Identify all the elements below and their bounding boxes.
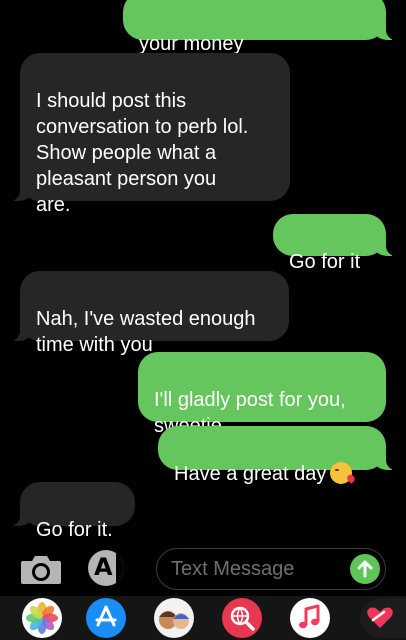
message-thread[interactable]: your money I should post this conversati… (0, 0, 406, 541)
message-bubble-incoming[interactable]: Go for it. (10, 482, 135, 541)
kissing-face-emoji-icon (330, 462, 353, 484)
message-text: I should post this conversation to perb … (36, 90, 249, 216)
text-message-input[interactable] (171, 555, 341, 583)
message-field[interactable] (156, 548, 386, 590)
heart-touch-icon (367, 607, 393, 628)
camera-button[interactable] (20, 555, 62, 585)
message-bubble-incoming[interactable]: Nah, I've wasted enough time with you (10, 271, 289, 356)
memoji-icon (159, 611, 189, 629)
photos-icon (26, 602, 58, 634)
message-bubble-outgoing[interactable]: Go for it (273, 214, 396, 273)
app-store-icon (95, 605, 117, 627)
message-bubble-outgoing[interactable]: Have a great day (158, 426, 396, 485)
digital-touch-app-button[interactable] (360, 598, 406, 638)
message-bubble-incoming[interactable]: I should post this conversation to perb … (10, 53, 290, 216)
photos-app-button[interactable] (22, 598, 62, 638)
message-text: Have a great day (174, 463, 327, 485)
music-note-icon (299, 604, 320, 629)
app-store-icon: A (94, 553, 113, 581)
message-bubble-outgoing[interactable]: your money (123, 0, 396, 55)
app-drawer (0, 596, 406, 640)
message-text: Go for it. (36, 519, 113, 541)
compose-bar: A (0, 540, 406, 596)
send-button[interactable] (350, 554, 380, 584)
image-search-app-button[interactable] (222, 598, 262, 638)
memoji-app-button[interactable] (154, 598, 194, 638)
message-text: Go for it (289, 251, 361, 273)
message-text: Nah, I've wasted enough time with you (36, 308, 256, 356)
camera-icon (21, 556, 61, 584)
app-store-button[interactable]: A (88, 550, 124, 586)
message-bubble-outgoing[interactable]: I'll gladly post for you, sweetie (138, 352, 386, 437)
music-app-button[interactable] (290, 598, 330, 638)
app-store-app-button[interactable] (86, 598, 126, 638)
globe-search-icon (230, 606, 255, 631)
arrow-up-icon (357, 560, 373, 578)
message-text: your money (139, 33, 244, 55)
